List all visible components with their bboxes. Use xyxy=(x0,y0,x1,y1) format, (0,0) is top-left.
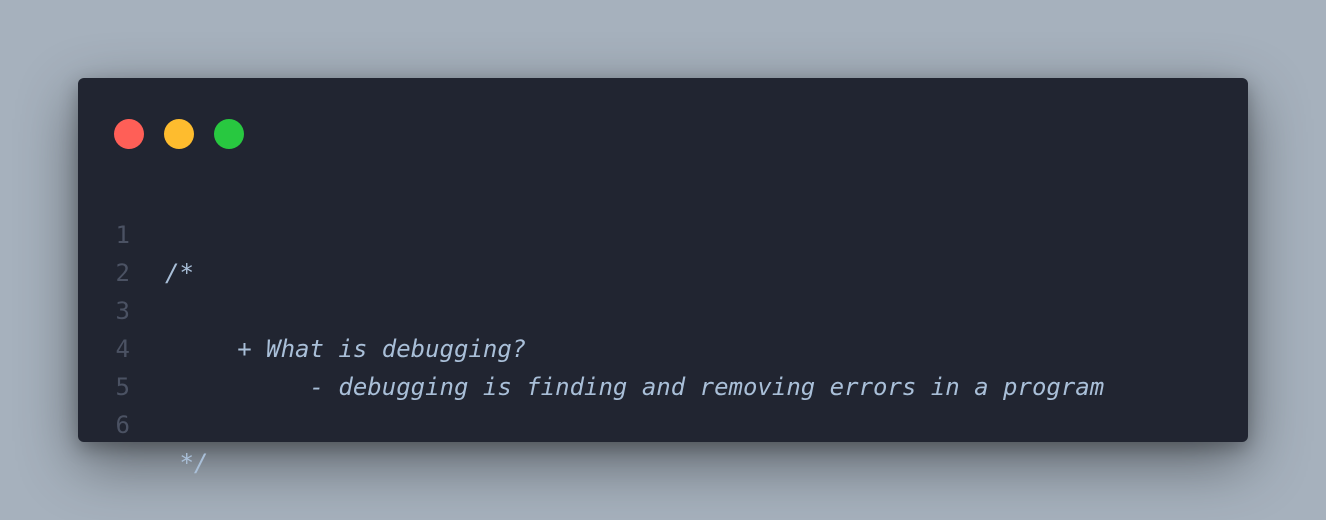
code-line: 5 xyxy=(78,330,1248,401)
code-line: 4 - debugging is finding and removing er… xyxy=(78,292,1248,401)
code-window: 1 /* 2 3 + What is debugging? 4 - debugg… xyxy=(78,78,1248,477)
code-editor[interactable]: 1 /* 2 3 + What is debugging? 4 - debugg… xyxy=(78,178,1248,477)
line-text: */ xyxy=(165,449,209,477)
code-line: 1 /* xyxy=(78,178,1248,287)
window-controls xyxy=(114,119,244,149)
minimize-button[interactable] xyxy=(164,119,194,149)
line-number: 6 xyxy=(115,411,130,439)
code-line: 3 + What is debugging? xyxy=(78,254,1248,363)
close-button[interactable] xyxy=(114,119,144,149)
maximize-button[interactable] xyxy=(214,119,244,149)
code-line: 6 */ xyxy=(78,368,1248,477)
code-line: 2 xyxy=(78,216,1248,287)
